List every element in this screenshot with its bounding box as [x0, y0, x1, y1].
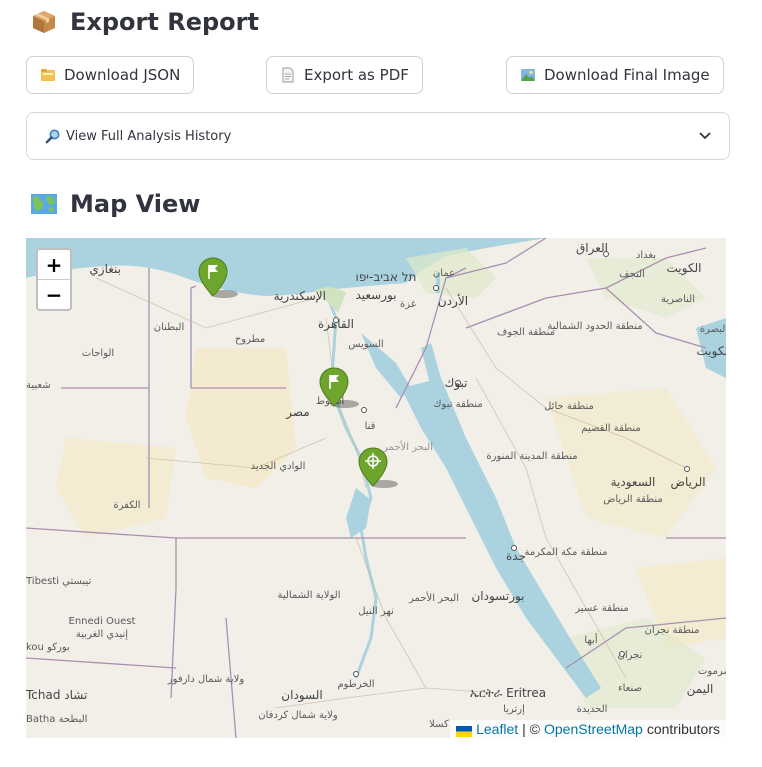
folder-icon: [40, 67, 56, 83]
leaflet-link[interactable]: Leaflet: [476, 721, 518, 737]
map-label: منطقة نجران: [644, 625, 699, 636]
map-label: بورتسودان: [471, 589, 524, 604]
map-label: أبها: [584, 633, 597, 646]
map-label: منطقة حائل: [544, 401, 594, 412]
crosshair-marker[interactable]: [358, 446, 398, 488]
map-view-heading: Map View: [30, 190, 200, 218]
map-label: السويس: [348, 339, 383, 350]
map-label: الحديدة: [577, 704, 608, 715]
map-label: السودان: [281, 688, 322, 703]
download-json-label: Download JSON: [64, 66, 181, 84]
zoom-out-button[interactable]: −: [38, 279, 70, 309]
map-label: نجران: [618, 650, 643, 661]
map-label: ولاية شمال كردفان: [258, 710, 338, 721]
map-label: الكويت: [697, 344, 726, 359]
flag-marker[interactable]: [198, 256, 238, 298]
analysis-history-expander[interactable]: View Full Analysis History: [26, 112, 730, 160]
map-label: صنعاء: [618, 683, 642, 694]
attribution-separator: | ©: [522, 721, 540, 737]
map-label: الأردن: [438, 293, 468, 309]
map-label: مطروح: [235, 334, 265, 345]
map-label: النجف: [619, 269, 645, 280]
map-label: نهر النيل: [358, 606, 394, 617]
map-label: البطنان: [154, 322, 184, 333]
package-icon: [30, 8, 58, 36]
world-map-icon: [30, 190, 58, 218]
map-label: السعودية: [611, 475, 656, 490]
map-label: تبوك: [444, 376, 467, 391]
map-label: ضرموت: [698, 666, 726, 677]
map-label: عمان: [433, 268, 455, 279]
map-label: قنا: [365, 421, 376, 432]
map-label: الخرطوم: [337, 679, 374, 690]
map-label: kou بوركو: [26, 642, 70, 653]
map-label: ኤርትራ Eritrea: [470, 686, 546, 700]
map-label: بنغازي: [89, 262, 121, 277]
map-label: الكويت: [667, 261, 702, 276]
osm-link[interactable]: OpenStreetMap: [544, 721, 643, 737]
map-label: إرتريا: [503, 704, 525, 715]
map-label: الكفرة: [113, 500, 140, 511]
chevron-down-icon: [699, 128, 711, 144]
map-label: תל אביב-יפו: [356, 270, 417, 284]
zoom-control: + −: [36, 248, 72, 311]
map-label: Tchad تشاد: [26, 688, 87, 702]
map-label: الولاية الشمالية: [277, 590, 340, 601]
export-report-heading: Export Report: [30, 8, 259, 36]
export-pdf-label: Export as PDF: [304, 66, 409, 84]
ukraine-flag-icon: [456, 724, 473, 737]
download-image-label: Download Final Image: [544, 66, 710, 84]
map-label: Ennedi Ouest: [69, 616, 136, 627]
export-report-title: Export Report: [70, 8, 259, 36]
map-label: الإسكندرية: [274, 289, 326, 304]
map-label: منطقة الحدود الشمالية: [547, 321, 642, 332]
zoom-in-button[interactable]: +: [38, 250, 70, 279]
map-label: الرياض: [670, 475, 705, 490]
map-label: العراق: [576, 241, 608, 256]
leaflet-map[interactable]: بنغازي الإسكندرية بورسعيد القاهرة السويس…: [26, 238, 726, 738]
map-label: بورسعيد: [355, 288, 396, 303]
analysis-history-label: View Full Analysis History: [66, 128, 232, 144]
map-label: منطقة الرياض: [603, 494, 662, 505]
map-label: البصرة: [700, 324, 726, 335]
picture-icon: [520, 67, 536, 83]
map-label: الناصرية: [661, 294, 695, 305]
map-label: منطقة مكة المكرمة: [525, 547, 608, 558]
map-label: اليمن: [687, 682, 714, 697]
export-pdf-button[interactable]: Export as PDF: [266, 56, 423, 94]
map-label: منطقة المدينة المنورة: [486, 451, 577, 462]
map-label: منطقة عسير: [574, 603, 629, 614]
download-image-button[interactable]: Download Final Image: [506, 56, 724, 94]
map-label: منطقة تبوك: [433, 399, 482, 410]
map-label: منطقة القصيم: [581, 423, 640, 434]
magnifier-icon: [45, 128, 61, 144]
map-label: القاهرة: [318, 317, 354, 332]
download-json-button[interactable]: Download JSON: [26, 56, 195, 94]
map-label: شعبية: [26, 380, 51, 391]
map-label: إنيدي الغربية: [76, 629, 128, 640]
map-label: غزة: [400, 299, 416, 310]
flag-marker[interactable]: [319, 366, 359, 408]
map-label: البحر الأحمر: [408, 591, 459, 604]
map-label: ولاية شمال دارفور: [167, 674, 245, 685]
map-label: Batha البطحة: [26, 714, 87, 725]
map-label: منطقة الجوف: [497, 327, 555, 338]
map-label: جدة: [506, 549, 526, 563]
map-view-title: Map View: [70, 190, 201, 218]
map-attribution: Leaflet | © OpenStreetMap contributors: [450, 720, 726, 738]
map-label: الواحات: [82, 348, 114, 359]
map-label: Tibesti تيبستي: [26, 576, 91, 587]
map-label: بغداد: [636, 250, 656, 261]
map-label: كسلا: [429, 719, 449, 730]
attribution-suffix: contributors: [646, 721, 720, 737]
map-label: الوادي الجديد: [251, 461, 306, 472]
map-label: مصر: [285, 405, 309, 420]
document-icon: [280, 67, 296, 83]
